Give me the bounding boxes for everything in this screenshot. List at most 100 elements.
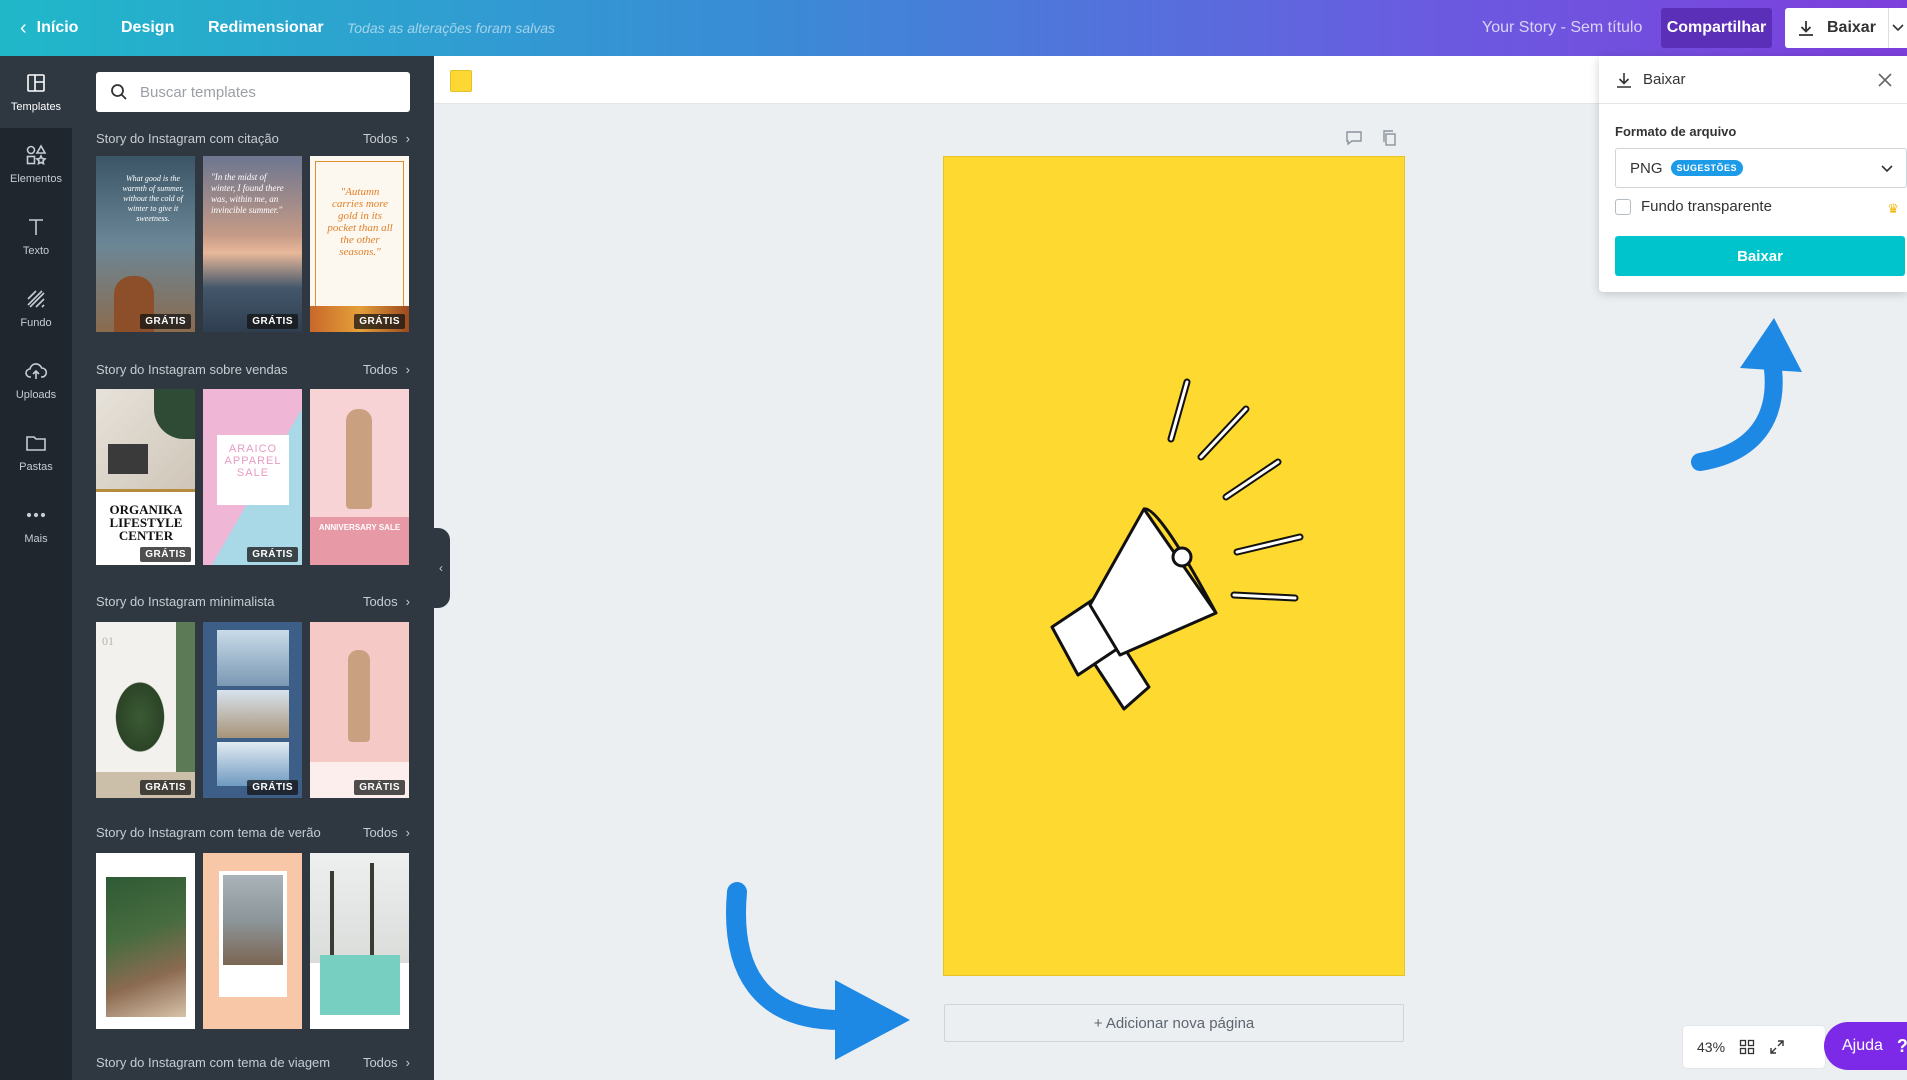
download-options-toggle[interactable] bbox=[1889, 8, 1907, 48]
template-thumbnail[interactable]: ORGANIKA LIFESTYLE CENTER GRÁTIS bbox=[96, 389, 195, 565]
transparent-background-option[interactable]: Fundo transparente bbox=[1615, 198, 1772, 215]
thumbnail-text: ANNIVERSARY SALE bbox=[318, 523, 401, 532]
free-badge: GRÁTIS bbox=[354, 314, 405, 329]
rail-label: Texto bbox=[22, 245, 50, 257]
design-page[interactable] bbox=[944, 157, 1404, 975]
template-thumbnail[interactable]: 01 GRÁTIS bbox=[96, 622, 195, 798]
section-header: Story do Instagram sobre vendas Todos › bbox=[96, 359, 410, 379]
section-title: Story do Instagram com tema de viagem bbox=[96, 1054, 331, 1070]
background-color-swatch[interactable] bbox=[450, 70, 472, 92]
background-icon bbox=[27, 290, 45, 308]
megaphone-icon bbox=[1050, 378, 1304, 711]
resize-menu[interactable]: Redimensionar bbox=[208, 0, 324, 56]
rail-item-background[interactable]: Fundo bbox=[0, 272, 72, 344]
popup-title: Baixar bbox=[1643, 71, 1686, 88]
duplicate-page-icon[interactable] bbox=[1382, 128, 1398, 148]
templates-icon bbox=[27, 74, 45, 92]
transparent-background-checkbox[interactable] bbox=[1615, 198, 1631, 215]
template-thumbnail[interactable]: "In the midst of winter, I found there w… bbox=[203, 156, 302, 332]
rail-label: Pastas bbox=[19, 461, 53, 473]
text-icon bbox=[29, 219, 43, 235]
see-all-link[interactable]: Todos › bbox=[363, 825, 410, 840]
rail-item-more[interactable]: Mais bbox=[0, 488, 72, 560]
rail-item-folders[interactable]: Pastas bbox=[0, 416, 72, 488]
crown-icon: ♛ bbox=[1887, 201, 1899, 216]
see-all-link[interactable]: Todos › bbox=[363, 362, 410, 377]
file-format-select[interactable]: PNG SUGESTÕES bbox=[1615, 148, 1907, 188]
template-thumbnail[interactable]: ARAICO APPAREL SALE GRÁTIS bbox=[203, 389, 302, 565]
search-input[interactable] bbox=[140, 83, 390, 101]
plant-leaves bbox=[112, 677, 168, 757]
free-badge: GRÁTIS bbox=[140, 314, 191, 329]
template-thumbnail[interactable]: GRÁTIS bbox=[203, 622, 302, 798]
chevron-right-icon: › bbox=[405, 824, 410, 840]
template-thumbnail[interactable]: GRÁTIS bbox=[310, 622, 409, 798]
template-search[interactable] bbox=[96, 72, 410, 112]
thumbnail-quote: What good is the warmth of summer, witho… bbox=[122, 174, 184, 223]
section-header: Story do Instagram com citação Todos › bbox=[96, 128, 410, 148]
rail-item-templates[interactable]: Templates bbox=[0, 56, 72, 128]
save-status: Todas as alterações foram salvas bbox=[347, 20, 556, 36]
rail-item-uploads[interactable]: Uploads bbox=[0, 344, 72, 416]
add-page-button[interactable]: + Adicionar nova página bbox=[944, 1004, 1404, 1042]
zoom-controls: 43% bbox=[1683, 1026, 1825, 1068]
chevron-right-icon: › bbox=[405, 1054, 410, 1070]
back-home-button[interactable]: ‹ Início bbox=[20, 0, 78, 56]
popup-header: Baixar bbox=[1599, 56, 1907, 104]
thumbnail-quote: "In the midst of winter, I found there w… bbox=[211, 172, 284, 215]
download-icon bbox=[1617, 72, 1631, 88]
thumbnail-text: ORGANIKA LIFESTYLE CENTER bbox=[109, 502, 183, 543]
chevron-left-icon: ‹ bbox=[20, 16, 27, 39]
confirm-download-button[interactable]: Baixar bbox=[1615, 236, 1905, 276]
comment-icon[interactable] bbox=[1345, 128, 1363, 148]
file-format-value: PNG bbox=[1630, 159, 1663, 177]
close-icon[interactable] bbox=[1875, 70, 1895, 90]
free-badge: GRÁTIS bbox=[247, 780, 298, 795]
section-title: Story do Instagram com tema de verão bbox=[96, 824, 321, 840]
document-title[interactable]: Your Story - Sem título bbox=[1482, 0, 1642, 56]
transparent-background-label: Fundo transparente bbox=[1641, 198, 1772, 215]
side-rail: Templates Elementos Texto Fundo Uploads … bbox=[0, 56, 72, 1080]
green-strip bbox=[176, 622, 195, 772]
rail-item-elements[interactable]: Elementos bbox=[0, 128, 72, 200]
grid-view-icon[interactable] bbox=[1739, 1039, 1755, 1055]
see-all-link[interactable]: Todos › bbox=[363, 1055, 410, 1070]
folder-icon bbox=[26, 436, 46, 451]
see-all-link[interactable]: Todos › bbox=[363, 594, 410, 609]
chevron-right-icon: › bbox=[405, 130, 410, 146]
see-all-label: Todos bbox=[362, 824, 398, 840]
section-title: Story do Instagram minimalista bbox=[96, 593, 275, 609]
summer-photo bbox=[106, 877, 186, 1017]
chevron-right-icon: › bbox=[405, 361, 410, 377]
curved-arrow-down-icon bbox=[726, 882, 910, 1060]
template-thumbnail[interactable] bbox=[96, 853, 195, 1029]
rail-label: Fundo bbox=[20, 317, 52, 329]
fullscreen-icon[interactable] bbox=[1769, 1039, 1785, 1055]
template-thumbnail[interactable] bbox=[310, 853, 409, 1029]
template-thumbnail[interactable] bbox=[203, 853, 302, 1029]
design-menu[interactable]: Design bbox=[121, 0, 174, 56]
section-title: Story do Instagram com citação bbox=[96, 130, 279, 146]
template-thumbnail[interactable]: ANNIVERSARY SALE bbox=[310, 389, 409, 565]
more-dots-icon bbox=[26, 512, 46, 518]
collapse-panel-button[interactable]: ‹ bbox=[432, 528, 450, 608]
rail-item-text[interactable]: Texto bbox=[0, 200, 72, 272]
template-thumbnail[interactable]: "Autumn carries more gold in its pocket … bbox=[310, 156, 409, 332]
frame-photo bbox=[108, 444, 148, 474]
palm-trunk bbox=[330, 871, 334, 961]
file-format-label: Formato de arquivo bbox=[1615, 124, 1737, 139]
template-thumbnail[interactable]: What good is the warmth of summer, witho… bbox=[96, 156, 195, 332]
templates-panel: Story do Instagram com citação Todos › Wh… bbox=[72, 56, 434, 1080]
thumbnail-number: 01 bbox=[102, 634, 114, 648]
thumbnail-text: ARAICO APPAREL SALE bbox=[224, 443, 282, 479]
zoom-level[interactable]: 43% bbox=[1697, 1039, 1725, 1055]
section-header: Story do Instagram com tema de verão Tod… bbox=[96, 822, 410, 842]
see-all-link[interactable]: Todos › bbox=[363, 131, 410, 146]
share-button[interactable]: Compartilhar bbox=[1661, 8, 1772, 48]
see-all-label: Todos bbox=[362, 361, 398, 377]
person-figure bbox=[348, 650, 370, 742]
chevron-left-icon: ‹ bbox=[439, 561, 443, 575]
help-button[interactable]: Ajuda ? bbox=[1824, 1022, 1907, 1070]
rail-label: Mais bbox=[24, 533, 48, 545]
top-bar: ‹ Início Design Redimensionar Todas as a… bbox=[0, 0, 1907, 56]
